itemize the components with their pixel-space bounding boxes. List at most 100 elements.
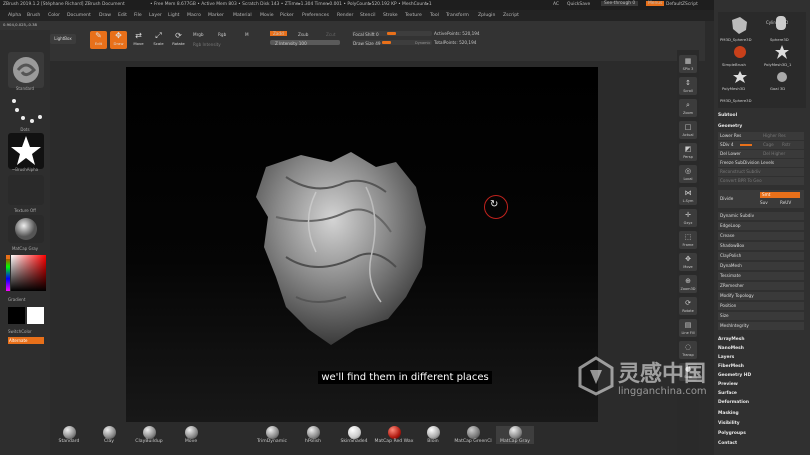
move-mode-button[interactable]: ⇄ Move — [130, 31, 147, 49]
material-skinshade4[interactable]: SkinShade4 — [336, 426, 372, 444]
menu-preferences[interactable]: Preferences — [302, 13, 329, 18]
menu-movie[interactable]: Movie — [260, 13, 274, 18]
rotate-view-button[interactable]: ⟳ Rotate — [679, 297, 697, 315]
zremesher-section[interactable]: ZRemesher — [718, 282, 804, 290]
material-blinn[interactable]: Bloin — [418, 426, 448, 444]
mrgb-button[interactable]: Mrgb — [193, 32, 204, 37]
actual-button[interactable]: □ Actual — [679, 121, 697, 139]
divide-button[interactable]: Divide Smt Suv ReUV — [718, 190, 804, 208]
local-button[interactable]: ◎ Local — [679, 165, 697, 183]
gxyz-button[interactable]: ✛ Gxyz — [679, 209, 697, 227]
arraymesh-section[interactable]: ArrayMesh — [718, 337, 745, 342]
menu-tool[interactable]: Tool — [430, 13, 439, 18]
menu-picker[interactable]: Picker — [280, 13, 294, 18]
zoom-button[interactable]: ⌕ Zoom — [679, 99, 697, 117]
switch-color-button[interactable]: SwitchColor — [8, 329, 58, 334]
spix-button[interactable]: ▦ SPix 3 — [679, 55, 697, 73]
mesh-integrity-section[interactable]: MeshIntegrity — [718, 322, 804, 330]
lower-res-button[interactable]: Lower Res — [720, 133, 741, 138]
tool-label-7[interactable]: PM3D_Sphere3D — [720, 98, 752, 103]
reconstruct-subdiv-button[interactable]: Reconstruct Subdiv — [718, 168, 804, 176]
color-picker[interactable] — [6, 255, 46, 291]
draw-mode-button[interactable]: ✥ Draw — [110, 31, 127, 49]
lightbox-button[interactable]: LightBox — [50, 34, 76, 44]
tool-label-3[interactable]: SimpleBrush — [722, 62, 746, 67]
material-thumb[interactable] — [8, 215, 44, 243]
menu-file[interactable]: File — [134, 13, 142, 18]
m-button[interactable]: M — [245, 32, 249, 37]
rgb-button[interactable]: Rgb — [218, 32, 226, 37]
secondary-color-swatch[interactable] — [27, 307, 44, 324]
modify-topology-section[interactable]: Modify Topology — [718, 292, 804, 300]
menus-button[interactable]: Menus — [646, 1, 665, 6]
tessimate-section[interactable]: Tessimate — [718, 272, 804, 280]
menu-texture[interactable]: Texture — [405, 13, 422, 18]
edgeloop-section[interactable]: EdgeLoop — [718, 222, 804, 230]
cage-button[interactable]: Cage — [763, 141, 774, 149]
rotate-mode-button[interactable]: ⟳ Rotate — [170, 31, 187, 49]
brush-trimdynamic[interactable]: TrimDynamic — [255, 426, 289, 444]
del-higher-button[interactable]: Del Higher — [763, 150, 785, 158]
texture-thumb[interactable] — [8, 175, 44, 205]
tool-label-5[interactable]: PolyMesh3D — [722, 86, 745, 91]
polymesh3d-thumb[interactable] — [732, 70, 748, 84]
sdiv-slider[interactable]: SDiv 4 — [720, 142, 734, 147]
scroll-button[interactable]: ↕ Scroll — [679, 77, 697, 95]
subtool-header[interactable]: Subtool — [718, 113, 737, 118]
focal-shift-slider[interactable]: Focal Shift 0 — [352, 31, 432, 37]
ac-button[interactable]: AC — [553, 2, 559, 7]
lsym-button[interactable]: ⋈ L.Sym — [679, 187, 697, 205]
menu-macro[interactable]: Macro — [187, 13, 201, 18]
shadowbox-section[interactable]: ShadowBox — [718, 242, 804, 250]
zadd-button[interactable]: Zadd — [270, 31, 287, 36]
edit-mode-button[interactable]: ✎ Edit — [90, 31, 107, 49]
crease-section[interactable]: Crease — [718, 232, 804, 240]
dots-stroke-thumb[interactable] — [8, 93, 44, 129]
brush-alpha-thumb[interactable] — [8, 133, 44, 169]
document-canvas[interactable]: ↻ — [126, 67, 598, 422]
default-zscript-button[interactable]: DefaultZScript — [666, 2, 698, 7]
dynamic-subdiv-section[interactable]: Dynamic Subdiv — [718, 212, 804, 220]
goal3d-thumb[interactable] — [774, 70, 790, 84]
suv-toggle[interactable]: Suv — [760, 200, 768, 206]
convert-bpr-button[interactable]: Convert BPR To Geo — [718, 177, 804, 185]
dynamic-toggle[interactable]: Dynamic — [415, 41, 430, 45]
menu-alpha[interactable]: Alpha — [8, 13, 21, 18]
tool-label-6[interactable]: Goal 3D — [770, 86, 785, 91]
move-view-button[interactable]: ✥ Move — [679, 253, 697, 271]
brush-standard[interactable]: Standard — [54, 426, 84, 444]
menu-document[interactable]: Document — [67, 13, 91, 18]
material-red-wax[interactable]: MatCap Red Wax — [372, 426, 416, 444]
rgb-intensity-slider[interactable]: Rgb Intensity — [193, 42, 221, 47]
zoom3d-button[interactable]: ⊕ Zoom3D — [679, 275, 697, 293]
sdiv-knob[interactable] — [740, 144, 752, 146]
menu-stencil[interactable]: Stencil — [360, 13, 376, 18]
del-lower-button[interactable]: Del Lower — [720, 151, 741, 156]
simplebrush-thumb[interactable] — [732, 44, 748, 60]
freeze-subdivision-button[interactable]: Freeze SubDivision Levels — [718, 159, 804, 167]
gradient-label[interactable]: Gradient — [8, 297, 58, 302]
scale-mode-button[interactable]: ⤢ Scale — [150, 31, 167, 49]
brush-clay[interactable]: Clay — [94, 426, 124, 444]
tool-label-2[interactable]: Sphere3D — [770, 37, 789, 42]
higher-res-button[interactable]: Higher Res — [763, 132, 786, 140]
contact-section[interactable]: Contact — [718, 441, 737, 446]
menu-color[interactable]: Color — [48, 13, 60, 18]
position-section[interactable]: Position — [718, 302, 804, 310]
persp-button[interactable]: ◩ Persp — [679, 143, 697, 161]
nanomesh-section[interactable]: NanoMesh — [718, 346, 744, 351]
claypolish-section[interactable]: ClayPolish — [718, 252, 804, 260]
linefill-button[interactable]: ▤ Line Fill — [679, 319, 697, 337]
zsub-button[interactable]: Zsub — [298, 32, 308, 37]
rstr-button[interactable]: Rstr — [782, 141, 790, 149]
menu-render[interactable]: Render — [337, 13, 353, 18]
menu-zscript[interactable]: Zscript — [503, 13, 519, 18]
z-intensity-slider[interactable]: Z Intensity 100 — [270, 40, 340, 46]
material-green-clay[interactable]: MatCap GreenCl — [450, 426, 496, 444]
frame-button[interactable]: ⬚ Frame — [679, 231, 697, 249]
menu-draw[interactable]: Draw — [99, 13, 111, 18]
size-section[interactable]: Size — [718, 312, 804, 320]
menu-light[interactable]: Light — [168, 13, 179, 18]
zcut-button[interactable]: Zcut — [326, 32, 335, 37]
primary-color-swatch[interactable] — [8, 307, 25, 324]
